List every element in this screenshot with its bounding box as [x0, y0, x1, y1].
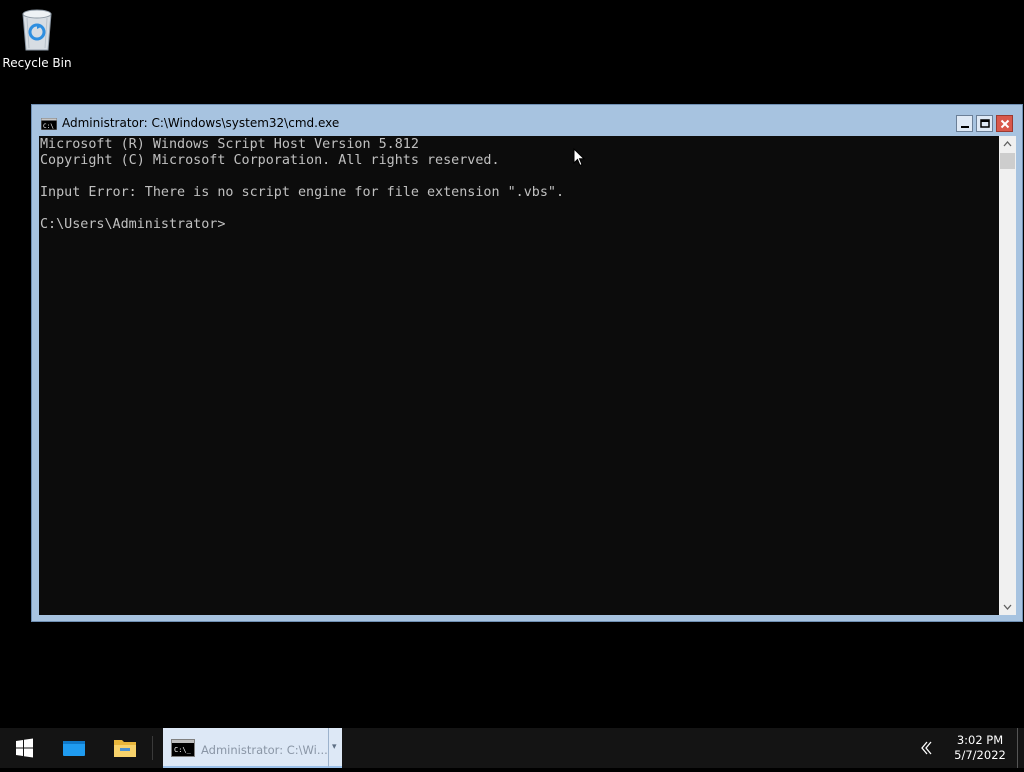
- maximize-button[interactable]: [976, 115, 993, 132]
- minimize-button[interactable]: [956, 115, 973, 132]
- taskbar-active-task-cmd[interactable]: C:\_ Administrator: C:\Wi...: [163, 728, 328, 768]
- console-output[interactable]: Microsoft (R) Windows Script Host Versio…: [39, 136, 999, 615]
- show-hidden-icons-button[interactable]: [905, 728, 945, 768]
- maximize-icon: [980, 119, 990, 128]
- desktop-icon-recycle-bin[interactable]: Recycle Bin: [2, 6, 72, 78]
- taskbar-pinned-file-explorer[interactable]: [100, 728, 150, 768]
- scroll-up-arrow-icon[interactable]: [999, 136, 1016, 153]
- window-titlebar[interactable]: C:\ Administrator: C:\Windows\system32\c…: [32, 105, 1022, 135]
- scroll-down-arrow-icon[interactable]: [999, 598, 1016, 615]
- taskbar-clock[interactable]: 3:02 PM 5/7/2022: [948, 733, 1012, 763]
- windows-logo-icon: [16, 738, 33, 758]
- clock-time: 3:02 PM: [956, 733, 1004, 747]
- console-line: Microsoft (R) Windows Script Host Versio…: [40, 137, 419, 152]
- taskbar: C:\_ Administrator: C:\Wi... ▾ 3:02 PM 5…: [0, 728, 1024, 768]
- start-button[interactable]: [0, 728, 48, 768]
- console-line: Input Error: There is no script engine f…: [40, 185, 565, 200]
- taskbar-separator: [152, 736, 153, 760]
- scrollbar-thumb[interactable]: [1000, 153, 1015, 169]
- chevron-down-icon: ▾: [332, 742, 337, 752]
- console-line: Copyright (C) Microsoft Corporation. All…: [40, 153, 500, 168]
- close-icon: [1000, 119, 1010, 129]
- recycle-bin-icon: [22, 9, 52, 51]
- console-icon: C:\_: [171, 739, 195, 757]
- show-desktop-button[interactable]: [1017, 728, 1018, 768]
- svg-text:C:\: C:\: [43, 123, 54, 130]
- browser-icon: [63, 741, 85, 756]
- clock-date: 5/7/2022: [954, 748, 1006, 762]
- svg-text:C:\_: C:\_: [174, 746, 192, 754]
- folder-icon: [114, 740, 136, 757]
- window-title: Administrator: C:\Windows\system32\cmd.e…: [62, 116, 340, 130]
- taskbar-task-jumplist-button[interactable]: ▾: [328, 728, 342, 768]
- vertical-scrollbar[interactable]: [999, 136, 1016, 615]
- taskbar-task-label: Administrator: C:\Wi...: [201, 743, 328, 757]
- minimize-icon: [961, 126, 969, 128]
- console-window[interactable]: C:\ Administrator: C:\Windows\system32\c…: [31, 104, 1023, 622]
- console-icon: C:\: [41, 118, 57, 130]
- console-prompt: C:\Users\Administrator>: [40, 217, 226, 232]
- close-button[interactable]: [996, 115, 1013, 132]
- mouse-pointer-icon: [573, 148, 586, 167]
- desktop: Recycle Bin C:\ Administrator: C:\Window…: [0, 0, 1024, 728]
- desktop-icon-label: Recycle Bin: [2, 56, 72, 70]
- double-chevron-left-icon: [921, 741, 932, 755]
- taskbar-pinned-browser[interactable]: [49, 728, 99, 768]
